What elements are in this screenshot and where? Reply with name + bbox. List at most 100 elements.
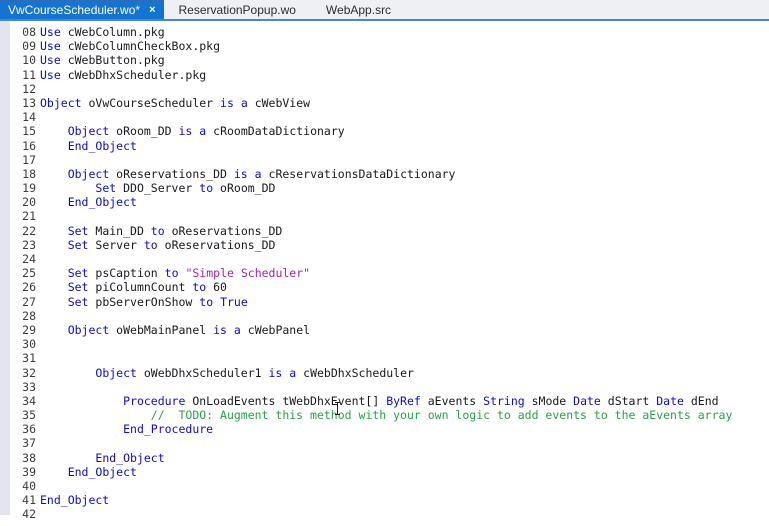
code-token: oRoom_DD (213, 181, 275, 195)
tab-vwcoursescheduler[interactable]: VwCourseScheduler.wo* × (0, 0, 164, 19)
close-icon[interactable]: × (149, 5, 155, 16)
code-token: to (151, 224, 165, 238)
code-line[interactable]: 28 (0, 309, 769, 323)
code-line[interactable]: 19 Set DDO_Server to oRoom_DD (0, 181, 769, 195)
code-text: Set DDO_Server to oRoom_DD (40, 181, 275, 195)
code-text: Use cWebColumn.pkg (40, 25, 165, 39)
code-line[interactable]: 11Use cWebDhxScheduler.pkg (0, 68, 769, 82)
code-text: Object oRoom_DD is a cRoomDataDictionary (40, 124, 345, 138)
line-number: 28 (10, 309, 40, 323)
code-line[interactable]: 27 Set pbServerOnShow to True (0, 295, 769, 309)
code-line[interactable]: 18 Object oReservations_DD is a cReserva… (0, 167, 769, 181)
code-line[interactable]: 14 (0, 110, 769, 124)
code-line[interactable]: 42 (0, 507, 769, 521)
code-line[interactable]: 30 (0, 337, 769, 351)
code-line[interactable]: 36 End_Procedure (0, 422, 769, 436)
code-token (40, 124, 68, 138)
code-line[interactable]: 41End_Object (0, 493, 769, 507)
tab-label: WebApp.src (326, 3, 391, 17)
line-number: 35 (10, 408, 40, 422)
code-line[interactable]: 21 (0, 209, 769, 223)
code-token: a (255, 167, 262, 181)
line-number: 42 (10, 507, 40, 521)
code-line[interactable]: 17 (0, 153, 769, 167)
code-text: Object oWebMainPanel is a cWebPanel (40, 323, 310, 337)
code-line[interactable]: 37 (0, 436, 769, 450)
tab-label: VwCourseScheduler.wo* (8, 3, 140, 17)
code-line[interactable]: 32 Object oWebDhxScheduler1 is a cWebDhx… (0, 366, 769, 380)
code-token: cReservationsDataDictionary (262, 167, 456, 181)
code-line[interactable]: 38 End_Object (0, 451, 769, 465)
code-line[interactable]: 35 // TODO: Augment this method with you… (0, 408, 769, 422)
code-token: oRoom_DD (109, 124, 178, 138)
line-number: 30 (10, 337, 40, 351)
code-text: Object oWebDhxScheduler1 is a cWebDhxSch… (40, 366, 414, 380)
line-number: 38 (10, 451, 40, 465)
code-text: // TODO: Augment this method with your o… (40, 408, 732, 422)
code-token (227, 323, 234, 337)
line-number: 26 (10, 280, 40, 294)
tab-webapp-src[interactable]: WebApp.src (311, 0, 406, 19)
code-lines-container: 08Use cWebColumn.pkg09Use cWebColumnChec… (0, 25, 769, 522)
code-editor[interactable]: 08Use cWebColumn.pkg09Use cWebColumnChec… (0, 21, 769, 526)
line-number: 22 (10, 224, 40, 238)
code-text: Set Server to oReservations_DD (40, 238, 275, 252)
code-line[interactable]: 23 Set Server to oReservations_DD (0, 238, 769, 252)
code-line[interactable]: 16 End_Object (0, 139, 769, 153)
code-token: cWebColumnCheckBox.pkg (61, 39, 220, 53)
code-token: End_Object (68, 195, 137, 209)
code-token: End_Object (68, 139, 137, 153)
code-line[interactable]: 34 Procedure OnLoadEvents tWebDhxEvent[]… (0, 394, 769, 408)
code-line[interactable]: 08Use cWebColumn.pkg (0, 25, 769, 39)
code-token (40, 465, 68, 479)
code-line[interactable]: 13Object oVwCourseScheduler is a cWebVie… (0, 96, 769, 110)
code-token: oReservations_DD (165, 224, 283, 238)
code-token: Use (40, 25, 61, 39)
line-number: 29 (10, 323, 40, 337)
line-number: 13 (10, 96, 40, 110)
code-token: Use (40, 68, 61, 82)
code-token: Object (68, 323, 110, 337)
code-token: psCaption (88, 266, 164, 280)
code-token: Date (656, 394, 684, 408)
tab-label: ReservationPopup.wo (179, 3, 296, 17)
code-line[interactable]: 24 (0, 252, 769, 266)
code-line[interactable]: 15 Object oRoom_DD is a cRoomDataDiction… (0, 124, 769, 138)
code-line[interactable]: 33 (0, 380, 769, 394)
text-cursor-ibeam (334, 402, 341, 415)
code-token: oWebMainPanel (109, 323, 213, 337)
code-line[interactable]: 31 (0, 351, 769, 365)
code-line[interactable]: 10Use cWebButton.pkg (0, 53, 769, 67)
code-line[interactable]: 09Use cWebColumnCheckBox.pkg (0, 39, 769, 53)
code-token: cWebView (248, 96, 310, 110)
code-line[interactable]: 25 Set psCaption to "Simple Scheduler" (0, 266, 769, 280)
code-line[interactable]: 39 End_Object (0, 465, 769, 479)
line-number: 19 (10, 181, 40, 195)
line-number: 25 (10, 266, 40, 280)
code-token: oWebDhxScheduler1 (137, 366, 269, 380)
code-token: Object (40, 96, 82, 110)
code-token: oVwCourseScheduler (82, 96, 220, 110)
code-token (40, 394, 123, 408)
line-number: 34 (10, 394, 40, 408)
code-token (40, 266, 68, 280)
code-line[interactable]: 26 Set piColumnCount to 60 (0, 280, 769, 294)
line-number: 21 (10, 209, 40, 223)
line-number: 41 (10, 493, 40, 507)
code-line[interactable]: 29 Object oWebMainPanel is a cWebPanel (0, 323, 769, 337)
code-line[interactable]: 40 (0, 479, 769, 493)
editor-margin-strip (0, 21, 10, 515)
line-number: 11 (10, 68, 40, 82)
line-number: 24 (10, 252, 40, 266)
code-token: pbServerOnShow (88, 295, 199, 309)
code-token: End_Object (68, 465, 137, 479)
code-token: Server (88, 238, 143, 252)
code-token: dStart (601, 394, 656, 408)
code-line[interactable]: 20 End_Object (0, 195, 769, 209)
code-token: ByRef (386, 394, 421, 408)
code-line[interactable]: 22 Set Main_DD to oReservations_DD (0, 224, 769, 238)
code-token: to (199, 181, 213, 195)
line-number: 15 (10, 124, 40, 138)
tab-reservationpopup[interactable]: ReservationPopup.wo (164, 0, 311, 19)
code-line[interactable]: 12 (0, 82, 769, 96)
